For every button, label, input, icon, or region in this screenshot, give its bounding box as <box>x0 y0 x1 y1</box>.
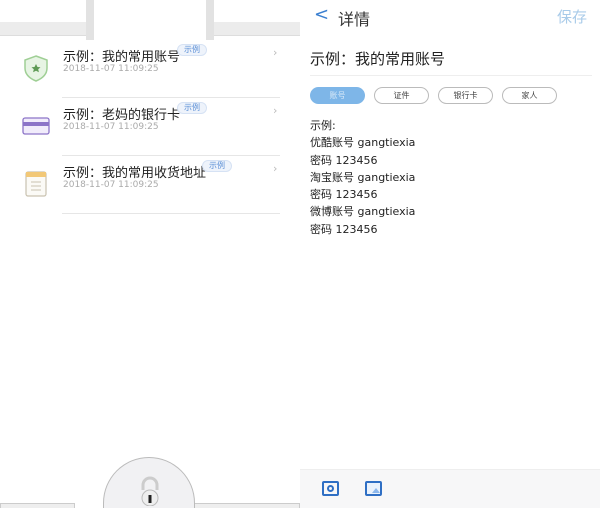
screen: 示例：我的常用账号 示例 2018-11-07 11:09:25 › 示例：老妈… <box>0 0 600 508</box>
tag-list: 账号 证件 银行卡 家人 <box>310 87 557 104</box>
example-badge: 示例 <box>177 102 207 114</box>
item-title: 示例：我的常用收货地址 <box>63 166 207 181</box>
list-item[interactable]: 示例：老妈的银行卡 示例 2018-11-07 11:09:25 › <box>0 98 300 156</box>
content-line: 密码 123456 <box>310 153 378 167</box>
save-button[interactable]: 保存 <box>557 6 587 27</box>
divider <box>62 213 280 214</box>
detail-content[interactable]: 示例: 优酷账号 gangtiexia 密码 123456 淘宝账号 gangt… <box>310 117 415 238</box>
back-chevron-icon[interactable]: < <box>314 4 329 25</box>
shield-icon <box>24 55 48 82</box>
tag-family[interactable]: 家人 <box>502 87 557 104</box>
content-line: 微博账号 gangtiexia <box>310 205 416 219</box>
content-line: 淘宝账号 gangtiexia <box>310 170 416 184</box>
divider <box>310 75 592 76</box>
item-title: 示例：我的常用账号 <box>63 50 181 65</box>
content-line: 示例: <box>310 119 336 132</box>
item-date: 2018-11-07 11:09:25 <box>63 180 159 190</box>
image-icon[interactable] <box>365 481 382 496</box>
list-item[interactable]: 示例：我的常用收货地址 示例 2018-11-07 11:09:25 › <box>0 156 300 214</box>
chevron-right-icon: › <box>273 162 278 175</box>
content-line: 优酷账号 gangtiexia <box>310 136 416 150</box>
detail-title[interactable]: 示例：我的常用账号 <box>310 48 445 69</box>
example-badge: 示例 <box>202 160 232 172</box>
notepad-icon <box>25 171 47 197</box>
lock-bottom-bar <box>185 503 300 508</box>
list-item[interactable]: 示例：我的常用账号 示例 2018-11-07 11:09:25 › <box>0 40 300 98</box>
tag-id[interactable]: 证件 <box>374 87 429 104</box>
item-date: 2018-11-07 11:09:25 <box>63 64 159 74</box>
lock-shackle-decoration <box>86 0 214 40</box>
header-title: 详情 <box>338 10 371 29</box>
tag-bank-card[interactable]: 银行卡 <box>438 87 493 104</box>
bank-card-icon <box>22 117 50 135</box>
tag-account[interactable]: 账号 <box>310 87 365 104</box>
item-title: 示例：老妈的银行卡 <box>63 108 181 123</box>
content-line: 密码 123456 <box>310 222 378 236</box>
item-date: 2018-11-07 11:09:25 <box>63 122 159 132</box>
entry-list-panel: 示例：我的常用账号 示例 2018-11-07 11:09:25 › 示例：老妈… <box>0 0 300 508</box>
content-line: 密码 123456 <box>310 188 378 202</box>
padlock-icon <box>141 476 159 506</box>
chevron-right-icon: › <box>273 46 278 59</box>
lock-button[interactable] <box>103 457 195 508</box>
example-badge: 示例 <box>177 44 207 56</box>
detail-panel: < 详情 保存 示例：我的常用账号 账号 证件 银行卡 家人 示例: 优酷账号 … <box>300 0 600 508</box>
camera-icon[interactable] <box>322 481 339 496</box>
bottom-toolbar <box>300 469 600 508</box>
lock-bottom-bar <box>0 503 75 508</box>
chevron-right-icon: › <box>273 104 278 117</box>
